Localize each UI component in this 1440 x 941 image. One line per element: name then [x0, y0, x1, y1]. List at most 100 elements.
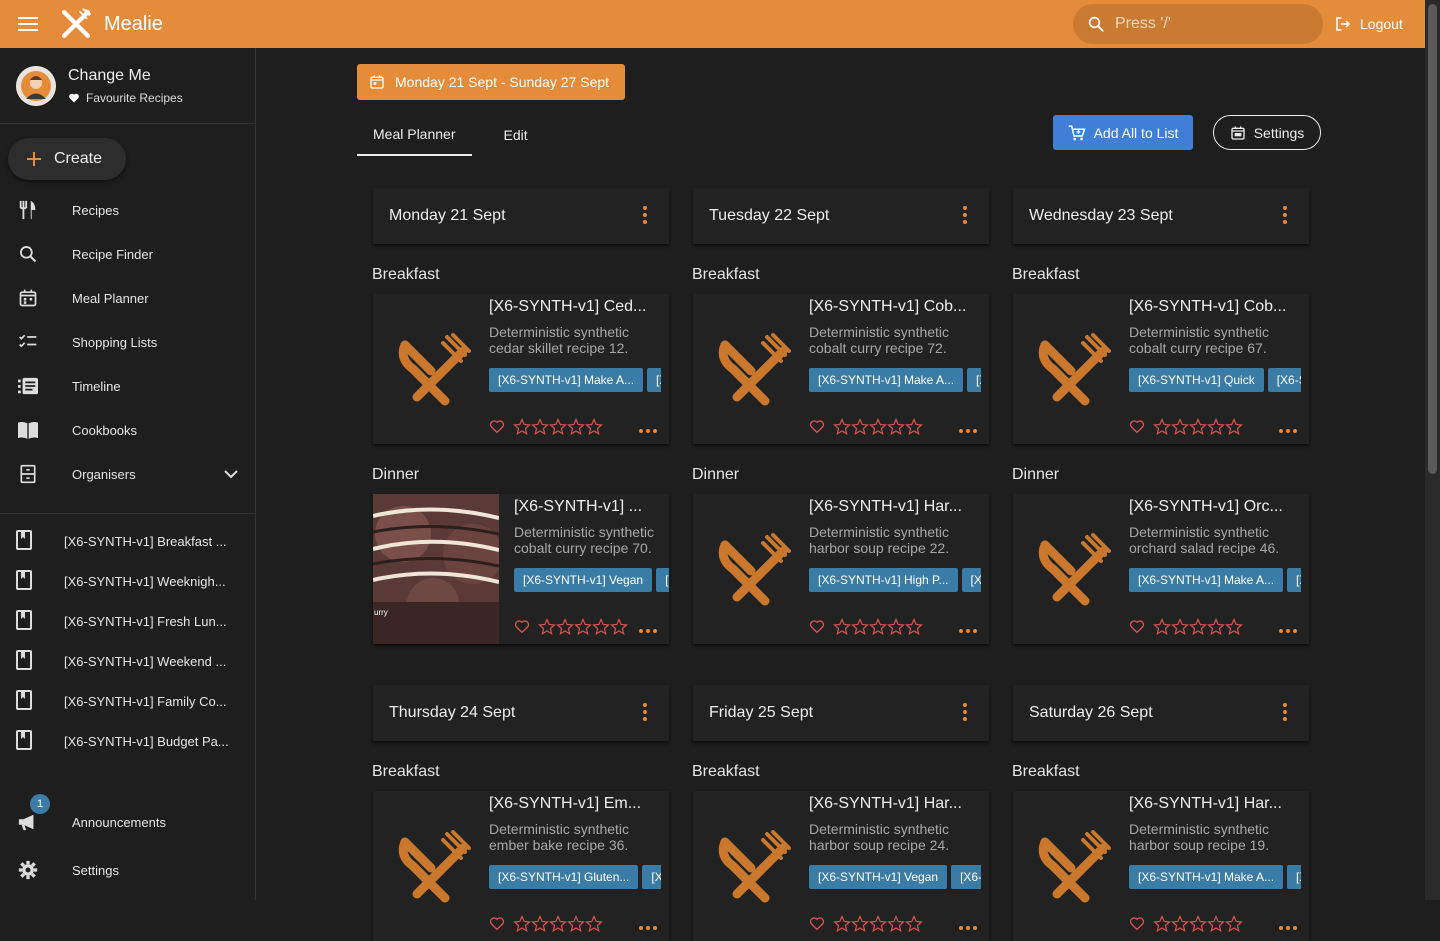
recipe-title[interactable]: [X6-SYNTH-v1] Ced... [489, 298, 661, 316]
create-button[interactable]: Create [8, 138, 126, 180]
more-vertical-icon[interactable] [643, 703, 647, 721]
recipe-title[interactable]: [X6-SYNTH-v1] Cob... [1129, 298, 1301, 316]
rating-stars[interactable] [1153, 618, 1243, 636]
star-outline-icon[interactable] [1153, 915, 1171, 933]
tab-edit[interactable]: Edit [488, 114, 544, 156]
recipe-tag-chip[interactable]: [X6-SYNTH-v1] Vegan [809, 865, 948, 889]
sidebar-item-cookbooks[interactable]: Cookbooks [0, 408, 256, 452]
star-outline-icon[interactable] [887, 418, 905, 436]
day-menu-button[interactable] [1283, 703, 1287, 726]
recipe-tag-chip[interactable]: [X6-SYNTH-v1] Make A... [489, 368, 644, 392]
sidebar-item-announcements[interactable]: 1 Announcements [0, 794, 256, 846]
more-vertical-icon[interactable] [1283, 703, 1287, 721]
more-vertical-icon[interactable] [963, 703, 967, 721]
scrollbar-thumb[interactable] [1428, 4, 1437, 474]
recipe-title[interactable]: [X6-SYNTH-v1] Orc... [1129, 498, 1301, 516]
recipe-placeholder-icon[interactable] [1013, 791, 1129, 941]
star-outline-icon[interactable] [887, 915, 905, 933]
recipe-tag-chip[interactable]: [X6-SYNTH-v1] Make A... [1129, 568, 1284, 592]
star-outline-icon[interactable] [851, 915, 869, 933]
recipe-placeholder-icon[interactable] [1013, 294, 1129, 444]
star-outline-icon[interactable] [1189, 418, 1207, 436]
star-outline-icon[interactable] [567, 915, 585, 933]
rating-stars[interactable] [513, 418, 603, 436]
star-outline-icon[interactable] [869, 915, 887, 933]
sidebar-cookbook-item[interactable]: [X6-SYNTH-v1] Breakfast ... [0, 521, 256, 561]
star-outline-icon[interactable] [1225, 418, 1243, 436]
day-menu-button[interactable] [1283, 206, 1287, 229]
rating-stars[interactable] [1153, 418, 1243, 436]
recipe-card[interactable]: [X6-SYNTH-v1] Har... Deterministic synthe… [693, 494, 989, 644]
recipe-tag-chip[interactable]: [X6-SYNTH-v1] [656, 568, 669, 592]
heart-outline-icon[interactable] [1129, 419, 1145, 435]
more-horizontal-icon[interactable] [1279, 620, 1297, 638]
favourite-recipes-link[interactable]: Favourite Recipes [68, 91, 183, 105]
heart-outline-icon[interactable] [489, 916, 505, 932]
recipe-tag-chip[interactable]: [X6-SYNTH-v1] Make A... [809, 368, 964, 392]
star-outline-icon[interactable] [1225, 618, 1243, 636]
recipe-title[interactable]: [X6-SYNTH-v1] Har... [809, 498, 981, 516]
search-box[interactable] [1073, 4, 1323, 44]
recipe-placeholder-icon[interactable] [693, 494, 809, 644]
recipe-card[interactable]: [X6-SYNTH-v1] Cob... Deterministic synthe… [1013, 294, 1309, 444]
star-outline-icon[interactable] [531, 418, 549, 436]
planner-settings-button[interactable]: Settings [1213, 115, 1321, 150]
sidebar-cookbook-item[interactable]: [X6-SYNTH-v1] Fresh Lun... [0, 601, 256, 641]
date-range-button[interactable]: Monday 21 Sept - Sunday 27 Sept [357, 64, 626, 100]
recipe-placeholder-icon[interactable] [373, 294, 489, 444]
sidebar-cookbook-item[interactable]: [X6-SYNTH-v1] Weeknigh... [0, 561, 256, 601]
more-vertical-icon[interactable] [1283, 206, 1287, 224]
star-outline-icon[interactable] [833, 915, 851, 933]
star-outline-icon[interactable] [869, 418, 887, 436]
recipe-tag-chip[interactable]: [X6-SYNTH-v1] [1267, 368, 1301, 392]
more-horizontal-icon[interactable] [639, 420, 657, 438]
star-outline-icon[interactable] [905, 418, 923, 436]
star-outline-icon[interactable] [833, 618, 851, 636]
rating-stars[interactable] [833, 418, 923, 436]
recipe-image[interactable]: urry [373, 494, 499, 644]
more-horizontal-icon[interactable] [639, 917, 657, 935]
rating-stars[interactable] [538, 618, 628, 636]
recipe-title[interactable]: [X6-SYNTH-v1] Em... [489, 795, 661, 813]
star-outline-icon[interactable] [1207, 418, 1225, 436]
sidebar-item-recipes[interactable]: Recipes [0, 188, 256, 232]
recipe-placeholder-icon[interactable] [693, 294, 809, 444]
recipe-title[interactable]: [X6-SYNTH-v1] Cob... [809, 298, 981, 316]
star-outline-icon[interactable] [1171, 618, 1189, 636]
star-outline-icon[interactable] [851, 618, 869, 636]
star-outline-icon[interactable] [887, 618, 905, 636]
star-outline-icon[interactable] [1171, 418, 1189, 436]
recipe-card[interactable]: [X6-SYNTH-v1] Cob... Deterministic synthe… [693, 294, 989, 444]
heart-outline-icon[interactable] [809, 619, 825, 635]
star-outline-icon[interactable] [513, 418, 531, 436]
sidebar-item-meal-planner[interactable]: Meal Planner [0, 276, 256, 320]
recipe-tag-chip[interactable]: [X6-SYNTH-v1] Gluten... [489, 865, 639, 889]
recipe-card[interactable]: [X6-SYNTH-v1] Orc... Deterministic synthe… [1013, 494, 1309, 644]
star-outline-icon[interactable] [592, 618, 610, 636]
recipe-placeholder-icon[interactable] [1013, 494, 1129, 644]
sidebar-cookbook-item[interactable]: [X6-SYNTH-v1] Budget Pa... [0, 721, 256, 761]
chevron-down-icon[interactable] [224, 467, 238, 482]
star-outline-icon[interactable] [851, 418, 869, 436]
more-horizontal-icon[interactable] [959, 420, 977, 438]
search-input[interactable] [1115, 15, 1295, 33]
star-outline-icon[interactable] [1189, 618, 1207, 636]
recipe-tag-chip[interactable]: [X6-SYNTH-v1] [1287, 865, 1301, 889]
app-brand[interactable]: Mealie [104, 13, 163, 36]
recipe-title[interactable]: [X6-SYNTH-v1] Har... [1129, 795, 1301, 813]
recipe-tag-chip[interactable]: [X6-SYNTH-v1] Quick [1129, 368, 1264, 392]
avatar[interactable] [16, 65, 56, 106]
recipe-tag-chip[interactable]: [X6-SYNTH-v1] Vegan [514, 568, 653, 592]
more-vertical-icon[interactable] [963, 206, 967, 224]
star-outline-icon[interactable] [1153, 618, 1171, 636]
star-outline-icon[interactable] [905, 915, 923, 933]
day-menu-button[interactable] [963, 206, 967, 229]
sidebar-item-organisers[interactable]: Organisers [0, 452, 256, 496]
sidebar-item-shopping-lists[interactable]: Shopping Lists [0, 320, 256, 364]
recipe-tag-chip[interactable]: [X6-SYNTH-v1] [961, 568, 981, 592]
star-outline-icon[interactable] [585, 418, 603, 436]
star-outline-icon[interactable] [905, 618, 923, 636]
star-outline-icon[interactable] [1171, 915, 1189, 933]
menu-button[interactable] [0, 0, 56, 48]
recipe-card[interactable]: [X6-SYNTH-v1] Ced... Deterministic synthe… [373, 294, 669, 444]
